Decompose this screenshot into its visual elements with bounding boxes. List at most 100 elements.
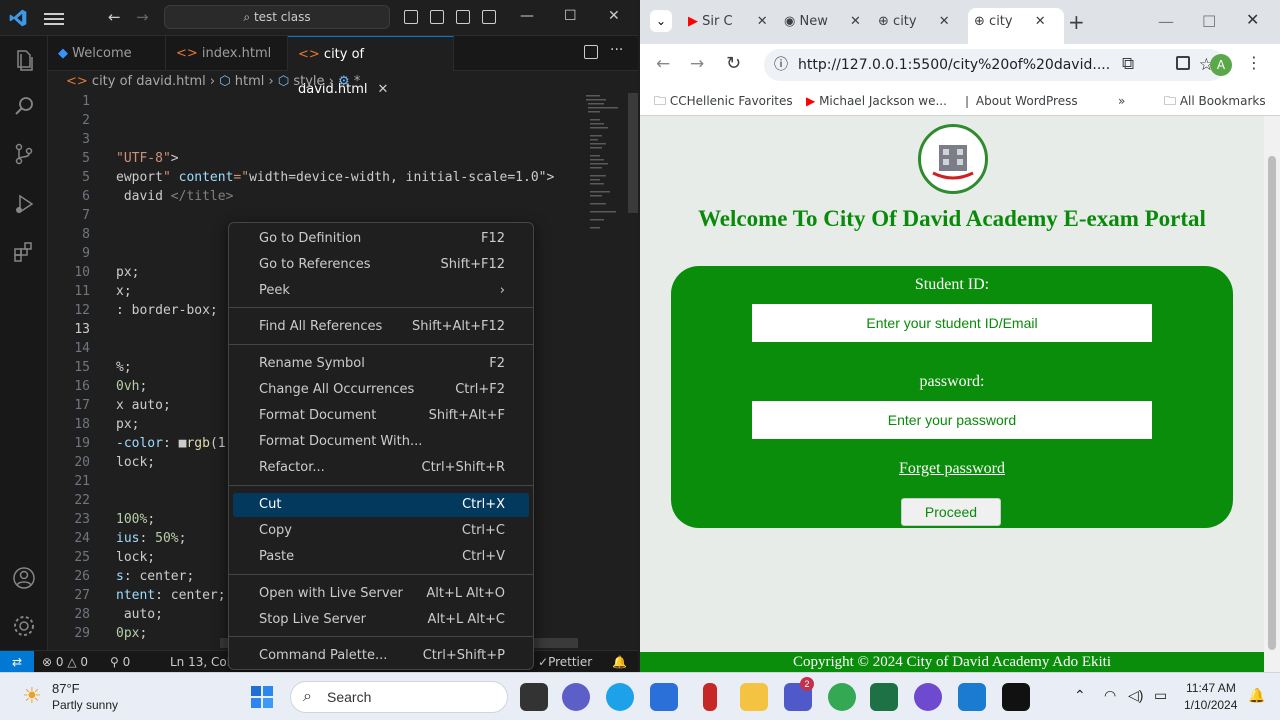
- breadcrumb-html[interactable]: html: [235, 74, 265, 89]
- breadcrumb-selector[interactable]: *: [354, 74, 361, 89]
- minimize-icon[interactable]: —: [1158, 12, 1174, 31]
- vscode-taskbar-icon[interactable]: [958, 683, 986, 711]
- ports-indicator[interactable]: ⚲ 0: [110, 651, 130, 673]
- close-tab-icon[interactable]: ✕: [850, 14, 861, 29]
- store-icon[interactable]: [650, 683, 678, 711]
- context-menu-item-find-all-references[interactable]: Find All References Shift+Alt+F12: [233, 315, 529, 339]
- context-menu-item-go-to-definition[interactable]: Go to Definition F12: [233, 227, 529, 251]
- password-input[interactable]: Enter your password: [752, 401, 1152, 439]
- bookmark-michael-jackson[interactable]: ▶ Michael Jackson we...: [806, 86, 947, 116]
- search-icon[interactable]: [12, 94, 36, 118]
- context-menu-item-stop-live-server[interactable]: Stop Live Server Alt+L Alt+C: [233, 608, 529, 632]
- back-arrow-icon[interactable]: ←: [656, 54, 670, 74]
- task-view-icon[interactable]: [520, 683, 548, 711]
- split-editor-icon[interactable]: [584, 45, 598, 59]
- reload-icon[interactable]: ↻: [726, 53, 741, 74]
- windows-start-icon[interactable]: [250, 685, 274, 709]
- new-tab-icon[interactable]: +: [1068, 10, 1085, 34]
- minimize-icon[interactable]: —: [520, 8, 534, 24]
- chat-icon[interactable]: [562, 683, 590, 711]
- side-panel-icon[interactable]: [1176, 56, 1190, 70]
- app-bottle-icon[interactable]: [703, 683, 717, 711]
- close-icon[interactable]: ✕: [1246, 10, 1259, 29]
- browser-tab-city-active[interactable]: ⊕ city ✕: [968, 8, 1064, 44]
- breadcrumb-file[interactable]: city of david.html: [92, 74, 206, 89]
- proceed-button[interactable]: Proceed: [901, 498, 1001, 526]
- tray-chevron-icon[interactable]: ⌃: [1074, 687, 1086, 704]
- weather-temp[interactable]: 87°F: [52, 681, 80, 696]
- toggle-secondary-sidebar-icon[interactable]: [456, 10, 470, 24]
- maximize-icon[interactable]: ☐: [564, 8, 577, 24]
- context-menu-item-go-to-references[interactable]: Go to References Shift+F12: [233, 253, 529, 277]
- minimap[interactable]: [584, 93, 634, 233]
- account-icon[interactable]: [12, 566, 36, 590]
- menu-icon[interactable]: [44, 10, 64, 26]
- more-bookmarks-icon[interactable]: »: [1118, 86, 1125, 116]
- editor-scrollbar[interactable]: [628, 93, 638, 213]
- close-icon[interactable]: ✕: [608, 8, 620, 24]
- context-menu-item-change-all-occurrences[interactable]: Change All Occurrences Ctrl+F2: [233, 378, 529, 402]
- tab-welcome[interactable]: ◆ Welcome: [48, 36, 166, 71]
- clock-time[interactable]: 11:47 AM: [1186, 681, 1236, 695]
- excel-icon[interactable]: [870, 683, 898, 711]
- run-debug-icon[interactable]: [12, 192, 36, 216]
- profile-avatar[interactable]: A: [1210, 54, 1232, 76]
- breadcrumb-style[interactable]: style: [293, 74, 324, 89]
- source-control-icon[interactable]: [12, 142, 36, 166]
- wifi-icon[interactable]: ◠: [1104, 687, 1116, 704]
- tab-search-icon[interactable]: ⌄: [650, 10, 672, 32]
- chrome-taskbar-icon[interactable]: [828, 683, 856, 711]
- weather-sun-icon[interactable]: ☀: [22, 683, 42, 709]
- forward-arrow-icon[interactable]: →: [136, 8, 149, 26]
- remote-indicator-icon[interactable]: ⇄: [0, 651, 34, 673]
- teams-icon[interactable]: 2: [784, 677, 814, 711]
- problems-indicator[interactable]: ⊗ 0 △ 0: [42, 651, 88, 673]
- terminal-icon[interactable]: [1002, 683, 1030, 711]
- close-tab-icon[interactable]: ✕: [939, 14, 950, 29]
- taskbar-search[interactable]: ⌕ Search: [290, 681, 508, 713]
- all-bookmarks[interactable]: 🗀 All Bookmarks: [1164, 86, 1266, 116]
- maximize-icon[interactable]: ☐: [1202, 12, 1216, 31]
- prettier-status[interactable]: ✓Prettier: [538, 651, 592, 673]
- student-id-input[interactable]: Enter your student ID/Email: [752, 304, 1152, 342]
- tab-index-html[interactable]: <> index.html: [166, 36, 288, 71]
- edge-icon[interactable]: [606, 683, 634, 711]
- chrome-menu-icon[interactable]: ⋮: [1246, 53, 1262, 72]
- extensions-icon[interactable]: [12, 240, 36, 264]
- customize-layout-icon[interactable]: [482, 10, 496, 24]
- battery-icon[interactable]: ▭: [1154, 687, 1167, 704]
- browser-tab-youtube[interactable]: ▶ Sir C ✕: [688, 8, 774, 36]
- notification-bell-icon[interactable]: 🔔: [1248, 687, 1265, 704]
- close-tab-icon[interactable]: ✕: [1035, 14, 1046, 29]
- tab-city-of-david[interactable]: <> city of david.html ✕: [288, 36, 454, 97]
- page-scrollbar[interactable]: [1264, 116, 1280, 672]
- site-info-icon[interactable]: ⓘ: [774, 49, 788, 81]
- address-bar[interactable]: ⓘ http://127.0.0.1:5500/city%20of%20davi…: [764, 49, 1226, 81]
- notifications-bell-icon[interactable]: 🔔: [612, 651, 627, 673]
- scrollbar-thumb[interactable]: [1268, 156, 1276, 650]
- context-menu-item-refactor[interactable]: Refactor... Ctrl+Shift+R: [233, 456, 529, 480]
- file-explorer-icon[interactable]: [740, 683, 768, 711]
- context-menu-item-copy[interactable]: Copy Ctrl+C: [233, 519, 529, 543]
- settings-gear-icon[interactable]: [12, 614, 36, 638]
- browser-tab-new[interactable]: ◉ New ✕: [784, 8, 870, 36]
- bookmark-about-wordpress[interactable]: ❘ About WordPress: [962, 86, 1078, 116]
- app-circle-icon[interactable]: [914, 683, 942, 711]
- bookmark-folder-cchellenic[interactable]: 🗀 CCHellenic Favorites: [654, 86, 793, 116]
- context-menu-item-rename-symbol[interactable]: Rename Symbol F2: [233, 352, 529, 376]
- close-tab-icon[interactable]: ✕: [757, 14, 768, 29]
- context-menu-item-open-with-live-server[interactable]: Open with Live Server Alt+L Alt+O: [233, 582, 529, 606]
- forget-password-link[interactable]: Forget password: [671, 460, 1233, 478]
- more-actions-icon[interactable]: ···: [610, 42, 623, 58]
- back-arrow-icon[interactable]: ←: [108, 8, 121, 26]
- extensions-puzzle-icon[interactable]: ⧉: [1122, 54, 1134, 74]
- speaker-icon[interactable]: ◁): [1128, 687, 1143, 704]
- toggle-primary-sidebar-icon[interactable]: [404, 10, 418, 24]
- toggle-panel-icon[interactable]: [430, 10, 444, 24]
- explorer-icon[interactable]: [12, 48, 36, 72]
- clock-date[interactable]: 1/10/2024: [1184, 698, 1237, 712]
- command-center-search[interactable]: ⌕ test class: [164, 5, 390, 29]
- context-menu-item-format-document-with[interactable]: Format Document With...: [233, 430, 529, 454]
- forward-arrow-icon[interactable]: →: [690, 54, 704, 74]
- context-menu-item-cut[interactable]: Cut Ctrl+X: [233, 493, 529, 517]
